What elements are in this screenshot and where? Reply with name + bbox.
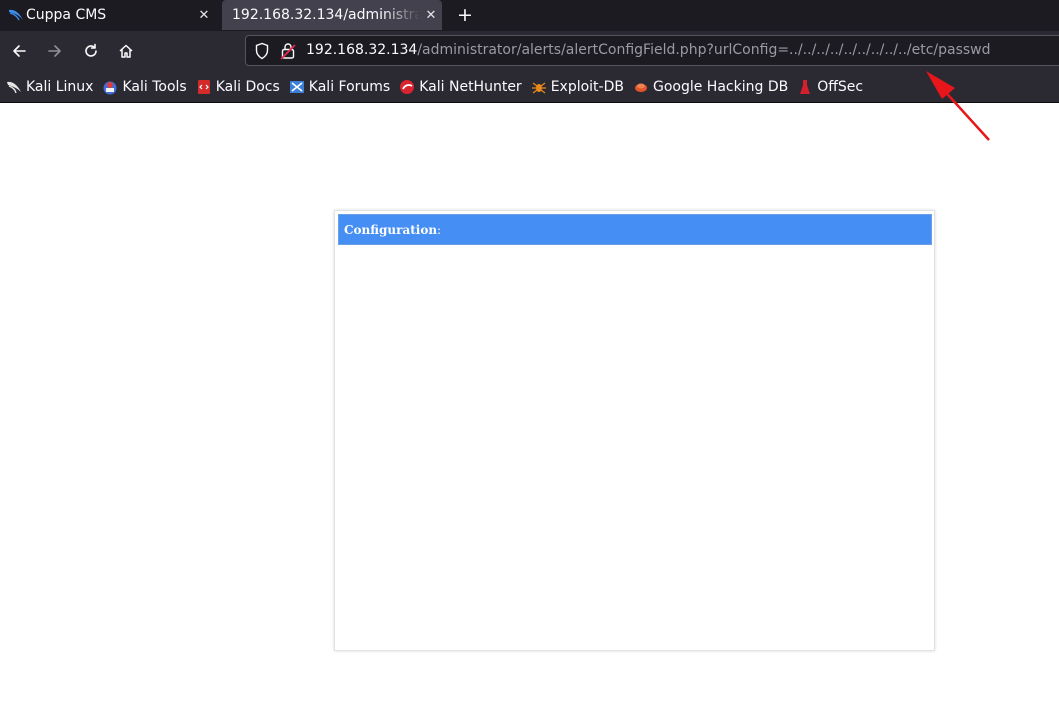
bookmark-kali-tools[interactable]: Kali Tools	[102, 78, 187, 95]
tab-label: Cuppa CMS	[26, 7, 107, 23]
tab-label: 192.168.32.134/administrator	[232, 7, 420, 23]
configuration-panel: Configuration:	[334, 210, 935, 651]
url-host: 192.168.32.134	[306, 42, 418, 58]
kali-docs-icon	[196, 79, 212, 95]
url-path: /administrator/alerts/alertConfigField.p…	[417, 42, 991, 58]
forward-button[interactable]	[39, 35, 71, 67]
reload-icon	[85, 43, 97, 57]
bookmark-kali-linux[interactable]: Kali Linux	[6, 79, 93, 95]
reload-button[interactable]	[75, 35, 107, 67]
home-button[interactable]	[110, 35, 142, 67]
arrow-left-icon	[13, 45, 26, 57]
tab-close-icon[interactable]: ✕	[193, 8, 215, 23]
back-button[interactable]	[3, 35, 35, 67]
home-icon	[119, 44, 133, 58]
kali-nethunter-icon	[399, 79, 415, 95]
tab-active[interactable]: 192.168.32.134/administrator ✕	[222, 0, 442, 30]
panel-title: Configuration	[344, 222, 438, 237]
bookmark-label: Kali Docs	[215, 78, 280, 95]
ghdb-icon	[633, 79, 649, 95]
bookmark-label: OffSec	[817, 78, 864, 95]
bookmark-kali-nethunter[interactable]: Kali NetHunter	[399, 78, 522, 95]
new-tab-button[interactable]: +	[454, 0, 476, 30]
bookmark-google-hacking-db[interactable]: Google Hacking DB	[633, 79, 788, 95]
insecure-lock-icon[interactable]	[280, 42, 296, 60]
tab-cuppa-cms[interactable]: Cuppa CMS ✕	[0, 0, 215, 30]
bookmark-label: Kali Tools	[122, 78, 187, 95]
kali-tools-icon	[102, 79, 118, 95]
exploit-db-icon	[531, 79, 547, 95]
bookmark-exploit-db[interactable]: Exploit-DB	[531, 79, 624, 95]
bookmark-offsec[interactable]: OffSec	[797, 79, 863, 95]
tab-close-icon[interactable]: ✕	[420, 8, 442, 23]
arrow-right-icon	[48, 45, 61, 57]
bookmark-label: Kali NetHunter	[419, 78, 522, 95]
panel-title-suffix: :	[437, 222, 442, 237]
offsec-icon	[797, 79, 813, 95]
url-bar[interactable]: 192.168.32.134/administrator/alerts/aler…	[245, 35, 1059, 66]
bookmark-label: Kali Linux	[26, 78, 94, 95]
bookmark-label: Kali Forums	[308, 78, 391, 95]
tab-strip: Cuppa CMS ✕ 192.168.32.134/administrator…	[0, 0, 1059, 31]
bookmark-label: Exploit-DB	[550, 78, 624, 95]
bookmarks-toolbar: Kali Linux Kali Tools Kali Docs Kali For…	[0, 71, 1059, 103]
kali-dragon-icon	[6, 79, 22, 95]
kali-dragon-icon	[8, 7, 24, 23]
kali-forums-icon	[289, 79, 305, 95]
bookmark-kali-forums[interactable]: Kali Forums	[289, 79, 390, 95]
shield-icon[interactable]	[254, 42, 270, 60]
url-text[interactable]: 192.168.32.134/administrator/alerts/aler…	[306, 42, 991, 58]
bookmark-label: Google Hacking DB	[652, 78, 789, 95]
navigation-bar: 192.168.32.134/administrator/alerts/aler…	[0, 31, 1059, 71]
panel-header: Configuration:	[338, 214, 932, 245]
bookmark-kali-docs[interactable]: Kali Docs	[196, 79, 280, 95]
